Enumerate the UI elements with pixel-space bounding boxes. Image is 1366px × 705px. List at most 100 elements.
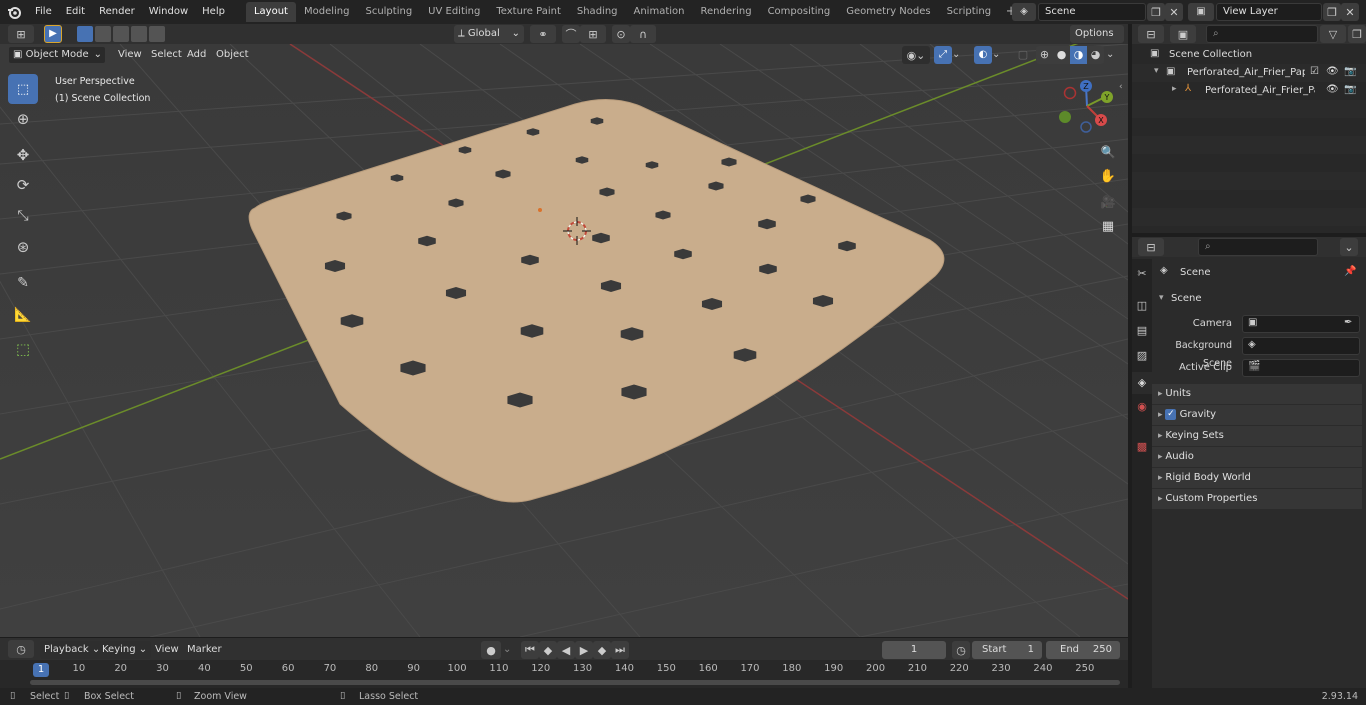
select-mode-intersect-icon[interactable] [149, 26, 165, 42]
record-options-icon[interactable]: ⌄ [503, 641, 515, 659]
tab-scripting[interactable]: Scripting [939, 2, 999, 22]
camera-field[interactable] [1242, 315, 1360, 333]
select-mode-invert-icon[interactable] [131, 26, 147, 42]
new-view-layer-icon[interactable]: ❐ [1323, 3, 1341, 21]
shading-material-icon[interactable]: ◑ [1070, 46, 1087, 64]
cursor-tool-icon[interactable]: ⊕ [8, 104, 38, 134]
panel-keying-sets[interactable]: ▸ Keying Sets [1152, 426, 1362, 446]
world-tab-icon[interactable]: ◉ [1134, 400, 1150, 416]
tab-modeling[interactable]: Modeling [296, 2, 358, 22]
menu-window[interactable]: Window [142, 2, 195, 22]
menu-render[interactable]: Render [92, 2, 142, 22]
outliner-row-scene-collection[interactable]: ▣ Scene Collection [1132, 46, 1366, 64]
transform-orientation-dropdown[interactable]: ⟂ Global ⌄ [454, 25, 524, 43]
panel-audio[interactable]: ▸ Audio [1152, 447, 1362, 467]
exclude-checkbox-icon[interactable]: ☑ [1310, 66, 1319, 77]
select-box-tool-icon[interactable]: ⬚ [8, 74, 38, 104]
output-tab-icon[interactable]: ▤ [1134, 324, 1150, 340]
select-tool-icon[interactable]: ▶ [44, 25, 62, 43]
panel-units[interactable]: ▸ Units [1152, 384, 1362, 404]
keying-menu[interactable]: Keying ⌄ [98, 641, 152, 659]
tool-tab-icon[interactable]: ✂ [1134, 267, 1150, 283]
eyedropper-icon[interactable]: ✒ [1344, 317, 1352, 328]
record-icon[interactable]: ● [481, 641, 501, 659]
tab-shading[interactable]: Shading [569, 2, 626, 22]
delete-scene-icon[interactable]: ✕ [1165, 3, 1183, 21]
rotate-tool-icon[interactable]: ⟳ [8, 170, 38, 200]
expand-arrow-icon[interactable]: ▾ [1154, 66, 1159, 76]
navigation-gizmo[interactable]: Z Y X [1055, 76, 1119, 140]
scene-section-header[interactable]: ▾ Scene [1152, 290, 1366, 310]
render-tab-icon[interactable]: ◫ [1134, 299, 1150, 315]
scene-field[interactable]: Scene [1038, 3, 1146, 21]
expand-arrow-icon[interactable]: ▸ [1172, 84, 1177, 94]
camera-render-icon[interactable]: 📷 [1344, 84, 1356, 95]
camera-render-icon[interactable]: 📷 [1344, 66, 1356, 77]
select-mode-extend-icon[interactable] [95, 26, 111, 42]
start-frame-field[interactable]: Start 1 [972, 641, 1042, 659]
tab-geometry-nodes[interactable]: Geometry Nodes [838, 2, 938, 22]
tab-compositing[interactable]: Compositing [760, 2, 839, 22]
add-cube-tool-icon[interactable]: ⬚ [8, 334, 38, 364]
delete-view-layer-icon[interactable]: ✕ [1341, 3, 1359, 21]
tab-texture-paint[interactable]: Texture Paint [488, 2, 569, 22]
playback-menu[interactable]: Playback ⌄ [40, 641, 105, 659]
play-reverse-icon[interactable]: ◀ [557, 641, 575, 659]
camera-view-icon[interactable]: 🎥 [1098, 192, 1118, 212]
3d-viewport[interactable] [0, 44, 1128, 637]
blender-logo-icon[interactable] [0, 2, 28, 22]
tab-uv-editing[interactable]: UV Editing [420, 2, 488, 22]
annotate-tool-icon[interactable]: ✎ [8, 268, 38, 298]
properties-options-icon[interactable]: ⌄ [1340, 238, 1358, 256]
scene-icon[interactable]: ◈ [1012, 3, 1036, 21]
proportional-edit-icon[interactable]: ⊙ [612, 25, 630, 43]
outliner-search-input[interactable]: ⌕ [1206, 25, 1318, 43]
scene-tab-icon[interactable]: ◈ [1132, 372, 1152, 394]
overlays-toggle-icon[interactable]: ◐ [974, 46, 992, 64]
view-layer-icon[interactable]: ▣ [1188, 3, 1214, 21]
outliner-row-object[interactable]: ▸ ⅄ Perforated_Air_Frier_Pap 👁 📷 [1132, 82, 1366, 100]
current-frame-marker[interactable]: 1 [33, 663, 49, 677]
end-frame-field[interactable]: End 250 [1046, 641, 1120, 659]
shading-rendered-icon[interactable]: ◕ [1087, 46, 1104, 64]
xray-toggle-icon[interactable]: ▢ [1014, 46, 1032, 64]
select-mode-subtract-icon[interactable] [113, 26, 129, 42]
viewport-menu-object[interactable]: Object [209, 45, 256, 65]
properties-search-input[interactable]: ⌕ [1198, 238, 1318, 256]
shading-wireframe-icon[interactable]: ⊕ [1036, 46, 1053, 64]
gravity-checkbox[interactable]: ✓ [1165, 408, 1177, 420]
menu-edit[interactable]: Edit [59, 2, 92, 22]
snap-target-icon[interactable]: ⊞ [580, 25, 606, 43]
preview-range-icon[interactable]: ◷ [952, 641, 970, 659]
select-mode-set-icon[interactable] [77, 26, 93, 42]
jump-end-icon[interactable]: ⏭ [611, 641, 629, 659]
new-scene-icon[interactable]: ❐ [1147, 3, 1165, 21]
timeline-scrollbar[interactable] [30, 680, 1120, 685]
pan-view-icon[interactable]: ✋ [1098, 167, 1118, 187]
tab-layout[interactable]: Layout [245, 2, 296, 22]
prev-keyframe-icon[interactable]: ◆ [539, 641, 557, 659]
background-scene-field[interactable] [1242, 337, 1360, 355]
menu-file[interactable]: File [28, 2, 59, 22]
panel-gravity[interactable]: ▸ ✓ Gravity [1152, 405, 1362, 425]
editor-type-icon[interactable]: ⊞ [8, 25, 34, 43]
outliner-row-collection[interactable]: ▾ ▣ Perforated_Air_Frier_Paper_Li ☑ 👁 📷 [1132, 64, 1366, 82]
play-icon[interactable]: ▶ [575, 641, 593, 659]
snap-toggle-icon[interactable]: ⌒ [562, 25, 580, 43]
frame-ruler[interactable]: 1 10 20 30 40 50 60 70 80 90 100 110 120 130 140 150 160… [0, 662, 1128, 678]
measure-tool-icon[interactable]: 📐 [8, 300, 38, 330]
transform-tool-icon[interactable]: ⊛ [8, 232, 38, 262]
overlays-dropdown-icon[interactable]: ⌄ [992, 46, 1004, 64]
menu-help[interactable]: Help [195, 2, 232, 22]
proportional-falloff-icon[interactable]: ∩ [630, 25, 656, 43]
gizmo-dropdown-icon[interactable]: ⌄ [952, 46, 964, 64]
properties-editor-type-icon[interactable]: ⊟ [1138, 238, 1164, 256]
eye-icon[interactable]: 👁 [1326, 84, 1339, 95]
texture-tab-icon[interactable]: ▩ [1134, 440, 1150, 456]
options-dropdown[interactable]: Options ⌄ [1070, 25, 1124, 57]
object-mode-dropdown[interactable]: ▣ Object Mode ⌄ [8, 46, 106, 64]
tab-animation[interactable]: Animation [626, 2, 693, 22]
outliner-filter-icon[interactable]: ▽ [1320, 25, 1346, 43]
shading-solid-icon[interactable]: ● [1053, 46, 1070, 64]
tab-sculpting[interactable]: Sculpting [357, 2, 420, 22]
